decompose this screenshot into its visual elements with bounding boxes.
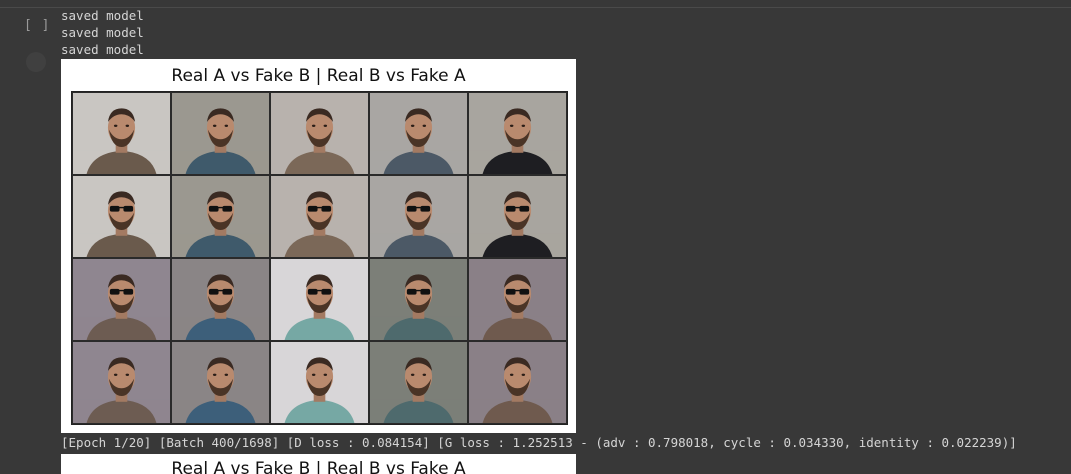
portrait-image bbox=[73, 93, 170, 174]
figure-title: Real A vs Fake B | Real B vs Fake A bbox=[171, 66, 466, 86]
portrait-image bbox=[469, 176, 566, 257]
next-figure-title: Real A vs Fake B | Real B vs Fake A bbox=[171, 459, 466, 474]
image-tile bbox=[72, 258, 171, 341]
image-grid bbox=[71, 91, 568, 425]
training-status-line: [Epoch 1/20] [Batch 400/1698] [D loss : … bbox=[61, 435, 1017, 450]
image-tile bbox=[270, 341, 369, 424]
image-tile bbox=[369, 258, 468, 341]
image-tile bbox=[171, 92, 270, 175]
output-figure: Real A vs Fake B | Real B vs Fake A bbox=[61, 59, 576, 433]
next-output-figure: Real A vs Fake B | Real B vs Fake A bbox=[61, 454, 576, 474]
portrait-image bbox=[271, 176, 368, 257]
portrait-image bbox=[172, 176, 269, 257]
portrait-image bbox=[370, 176, 467, 257]
image-tile bbox=[171, 258, 270, 341]
image-tile bbox=[369, 92, 468, 175]
image-tile bbox=[171, 341, 270, 424]
portrait-image bbox=[172, 342, 269, 423]
image-tile bbox=[369, 341, 468, 424]
portrait-image bbox=[271, 93, 368, 174]
portrait-image bbox=[370, 259, 467, 340]
run-cell-indicator[interactable] bbox=[26, 52, 46, 72]
portrait-image bbox=[271, 342, 368, 423]
portrait-image bbox=[172, 259, 269, 340]
portrait-image bbox=[172, 93, 269, 174]
image-tile bbox=[468, 258, 567, 341]
image-tile bbox=[270, 258, 369, 341]
cell-top-divider bbox=[0, 7, 1071, 8]
execution-count[interactable]: [ ] bbox=[24, 18, 50, 33]
image-tile bbox=[468, 92, 567, 175]
portrait-image bbox=[469, 342, 566, 423]
portrait-image bbox=[271, 259, 368, 340]
image-tile bbox=[72, 92, 171, 175]
image-tile bbox=[468, 175, 567, 258]
log-line: saved model bbox=[61, 8, 144, 23]
image-tile bbox=[171, 175, 270, 258]
portrait-image bbox=[469, 259, 566, 340]
portrait-image bbox=[73, 176, 170, 257]
portrait-image bbox=[73, 259, 170, 340]
portrait-image bbox=[73, 342, 170, 423]
portrait-image bbox=[370, 93, 467, 174]
log-line: saved model bbox=[61, 25, 144, 40]
log-line: saved model bbox=[61, 42, 144, 57]
image-tile bbox=[72, 175, 171, 258]
portrait-image bbox=[370, 342, 467, 423]
image-tile bbox=[72, 341, 171, 424]
portrait-image bbox=[469, 93, 566, 174]
image-tile bbox=[468, 341, 567, 424]
image-tile bbox=[270, 92, 369, 175]
image-tile bbox=[270, 175, 369, 258]
image-tile bbox=[369, 175, 468, 258]
